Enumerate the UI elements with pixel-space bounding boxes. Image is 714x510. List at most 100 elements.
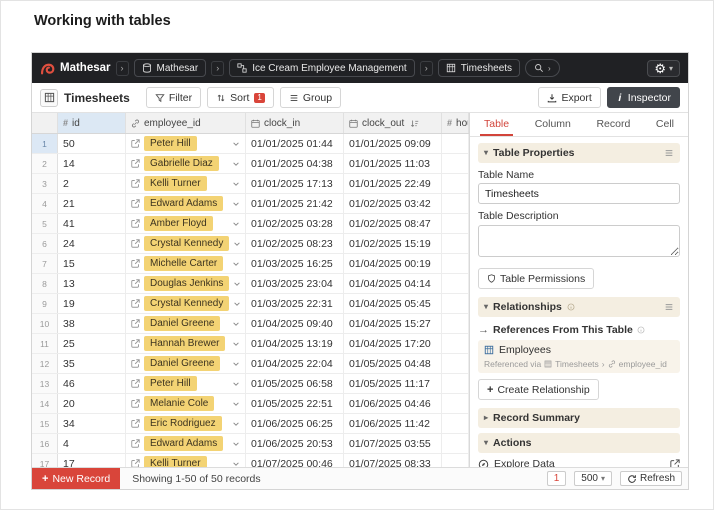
cell-clock-in[interactable]: 01/01/2025 01:44	[246, 134, 344, 153]
open-record-icon[interactable]	[131, 239, 140, 248]
chevron-down-icon[interactable]	[233, 280, 241, 288]
cell-clock-in[interactable]: 01/01/2025 17:13	[246, 174, 344, 193]
employee-record-pill[interactable]: Crystal Kennedy	[144, 236, 229, 251]
cell-hours[interactable]	[442, 434, 469, 453]
cell-employee-id[interactable]: Peter Hill	[126, 374, 246, 393]
cell-hours[interactable]	[442, 294, 469, 313]
chevron-down-icon[interactable]	[232, 320, 240, 328]
cell-id[interactable]: 35	[58, 354, 126, 373]
cell-clock-in[interactable]: 01/05/2025 22:51	[246, 394, 344, 413]
open-record-icon[interactable]	[131, 379, 140, 388]
refresh-button[interactable]: Refresh	[620, 471, 682, 486]
chevron-down-icon[interactable]	[232, 260, 240, 268]
open-record-icon[interactable]	[131, 219, 140, 228]
cell-clock-out[interactable]: 01/02/2025 03:42	[344, 194, 442, 213]
cell-employee-id[interactable]: Crystal Kennedy	[126, 294, 246, 313]
column-header-clock-in[interactable]: clock_in	[246, 113, 344, 133]
chevron-down-icon[interactable]	[232, 360, 240, 368]
employee-record-pill[interactable]: Kelli Turner	[144, 456, 207, 467]
row-number[interactable]: 3	[32, 174, 58, 193]
relationship-card[interactable]: Employees Referenced via Timesheets › em…	[478, 340, 680, 373]
row-number[interactable]: 6	[32, 234, 58, 253]
employee-record-pill[interactable]: Gabrielle Diaz	[144, 156, 219, 171]
chevron-down-icon[interactable]	[232, 400, 240, 408]
cell-clock-out[interactable]: 01/04/2025 05:45	[344, 294, 442, 313]
cell-id[interactable]: 24	[58, 234, 126, 253]
employee-record-pill[interactable]: Michelle Carter	[144, 256, 223, 271]
table-description-input[interactable]	[478, 225, 680, 257]
row-number[interactable]: 4	[32, 194, 58, 213]
inspector-button[interactable]: i Inspector	[607, 87, 680, 108]
cell-id[interactable]: 4	[58, 434, 126, 453]
chevron-down-icon[interactable]	[232, 200, 240, 208]
cell-clock-in[interactable]: 01/02/2025 08:23	[246, 234, 344, 253]
cell-clock-out[interactable]: 01/01/2025 09:09	[344, 134, 442, 153]
cell-employee-id[interactable]: Douglas Jenkins	[126, 274, 246, 293]
cell-employee-id[interactable]: Kelli Turner	[126, 174, 246, 193]
cell-employee-id[interactable]: Amber Floyd	[126, 214, 246, 233]
cell-id[interactable]: 14	[58, 154, 126, 173]
cell-clock-out[interactable]: 01/04/2025 15:27	[344, 314, 442, 333]
column-header-id[interactable]: # id	[58, 113, 126, 133]
employee-record-pill[interactable]: Kelli Turner	[144, 176, 207, 191]
row-number[interactable]: 2	[32, 154, 58, 173]
row-number[interactable]: 13	[32, 374, 58, 393]
cell-clock-in[interactable]: 01/01/2025 04:38	[246, 154, 344, 173]
cell-employee-id[interactable]: Eric Rodriguez	[126, 414, 246, 433]
tab-record[interactable]: Record	[592, 113, 634, 136]
section-actions[interactable]: ▾ Actions	[478, 433, 680, 453]
cell-clock-in[interactable]: 01/07/2025 00:46	[246, 454, 344, 467]
cell-hours[interactable]	[442, 374, 469, 393]
row-number[interactable]: 1	[32, 134, 58, 153]
employee-record-pill[interactable]: Peter Hill	[144, 136, 197, 151]
cell-clock-out[interactable]: 01/02/2025 15:19	[344, 234, 442, 253]
cell-id[interactable]: 34	[58, 414, 126, 433]
row-number[interactable]: 5	[32, 214, 58, 233]
cell-employee-id[interactable]: Melanie Cole	[126, 394, 246, 413]
open-record-icon[interactable]	[131, 439, 140, 448]
table-permissions-button[interactable]: Table Permissions	[478, 268, 594, 289]
row-number-header[interactable]	[32, 113, 58, 133]
chevron-down-icon[interactable]	[232, 180, 240, 188]
cell-hours[interactable]	[442, 274, 469, 293]
cell-employee-id[interactable]: Edward Adams	[126, 434, 246, 453]
cell-hours[interactable]	[442, 194, 469, 213]
filter-button[interactable]: Filter	[146, 87, 201, 108]
open-record-icon[interactable]	[131, 319, 140, 328]
chevron-down-icon[interactable]	[232, 160, 240, 168]
open-record-icon[interactable]	[131, 179, 140, 188]
employee-record-pill[interactable]: Edward Adams	[144, 196, 223, 211]
cell-id[interactable]: 38	[58, 314, 126, 333]
cell-clock-out[interactable]: 01/07/2025 08:33	[344, 454, 442, 467]
row-number[interactable]: 15	[32, 414, 58, 433]
row-number[interactable]: 14	[32, 394, 58, 413]
cell-clock-out[interactable]: 01/04/2025 17:20	[344, 334, 442, 353]
row-number[interactable]: 7	[32, 254, 58, 273]
cell-hours[interactable]	[442, 454, 469, 467]
cell-clock-out[interactable]: 01/04/2025 04:14	[344, 274, 442, 293]
open-record-icon[interactable]	[131, 159, 140, 168]
employee-record-pill[interactable]: Peter Hill	[144, 376, 197, 391]
employee-record-pill[interactable]: Crystal Kennedy	[144, 296, 229, 311]
cell-hours[interactable]	[442, 154, 469, 173]
cell-id[interactable]: 50	[58, 134, 126, 153]
cell-clock-in[interactable]: 01/05/2025 06:58	[246, 374, 344, 393]
chevron-down-icon[interactable]	[232, 420, 240, 428]
table-name-input[interactable]	[478, 183, 680, 204]
chevron-down-icon[interactable]	[232, 460, 240, 468]
employee-record-pill[interactable]: Amber Floyd	[144, 216, 213, 231]
cell-clock-in[interactable]: 01/03/2025 23:04	[246, 274, 344, 293]
row-number[interactable]: 10	[32, 314, 58, 333]
cell-employee-id[interactable]: Hannah Brewer	[126, 334, 246, 353]
cell-hours[interactable]	[442, 334, 469, 353]
group-button[interactable]: Group	[280, 87, 341, 108]
new-record-button[interactable]: + New Record	[32, 468, 120, 489]
open-record-icon[interactable]	[131, 399, 140, 408]
create-relationship-button[interactable]: + Create Relationship	[478, 379, 599, 400]
chevron-down-icon[interactable]	[232, 220, 240, 228]
row-number[interactable]: 11	[32, 334, 58, 353]
cell-clock-in[interactable]: 01/03/2025 16:25	[246, 254, 344, 273]
cell-clock-out[interactable]: 01/01/2025 22:49	[344, 174, 442, 193]
employee-record-pill[interactable]: Daniel Greene	[144, 316, 220, 331]
cell-clock-in[interactable]: 01/04/2025 13:19	[246, 334, 344, 353]
